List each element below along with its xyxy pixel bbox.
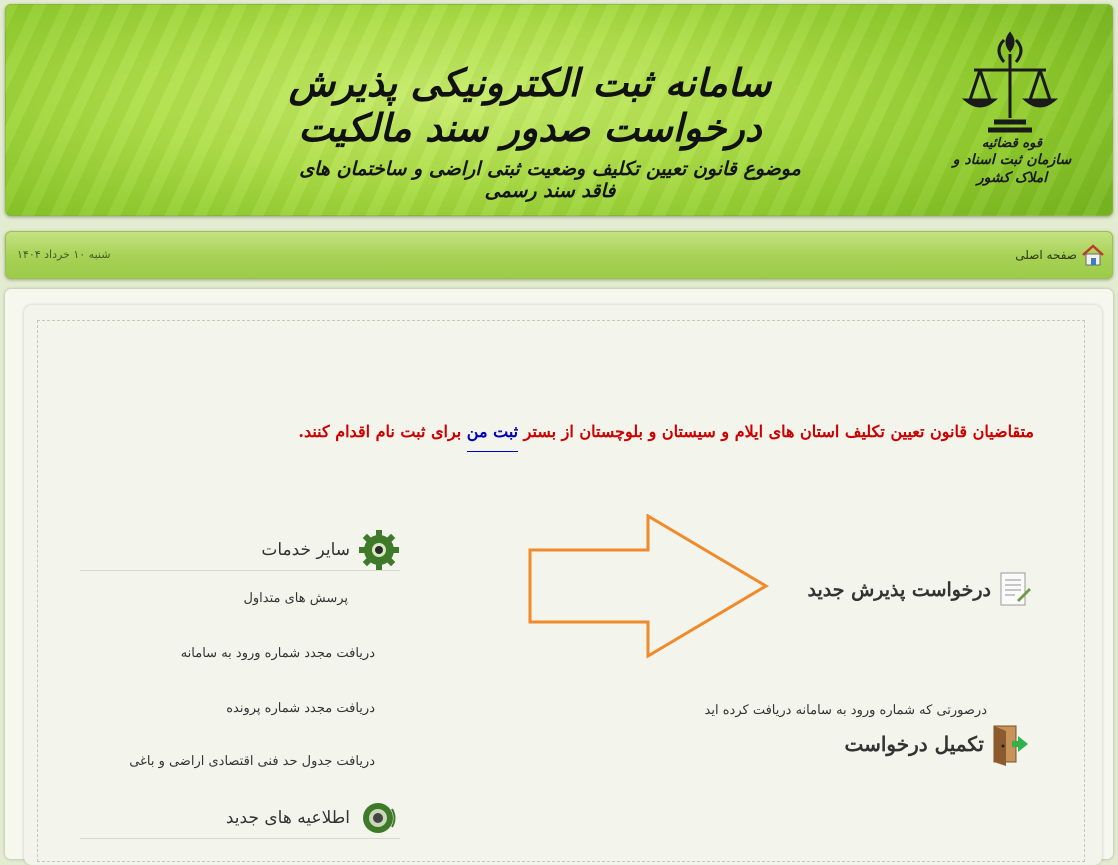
org-line-2: سازمان ثبت اسناد و املاک کشور (952, 152, 1072, 186)
home-icon (1082, 244, 1104, 266)
other-services-title: سایر خدمات (261, 540, 350, 560)
new-request-button[interactable]: درخواست پذیرش جدید (783, 568, 1033, 612)
complete-request-hint: درصورتی که شماره ورود به سامانه دریافت ک… (704, 703, 987, 718)
document-icon (1000, 572, 1031, 606)
news-header: اطلاعیه های جدید (80, 798, 400, 839)
registration-notice: متقاضیان قانون تعیین تکلیف استان های ایل… (174, 422, 1034, 452)
home-link[interactable]: صفحه اصلی (1015, 243, 1105, 267)
complete-request-label: تکمیل درخواست (844, 732, 984, 756)
judiciary-emblem-icon (961, 31, 1059, 133)
header-banner: قوه قضائیه سازمان ثبت اسناد و املاک کشور… (5, 4, 1113, 216)
site-title: سامانه ثبت الکترونیکی پذیرش درخواست صدور… (288, 60, 772, 150)
faq-link[interactable]: پرسش های متداول (243, 591, 348, 606)
site-subtitle: موضوع قانون تعیین تکلیف وضعیت ثبتی اراضی… (299, 158, 801, 202)
organization-name: قوه قضائیه سازمان ثبت اسناد و املاک کشور (937, 136, 1087, 187)
current-date: شنبه ۱۰ خرداد ۱۴۰۴ (17, 248, 111, 261)
exit-door-icon (993, 725, 1028, 766)
speaker-icon (363, 803, 396, 833)
notice-text-before: متقاضیان قانون تعیین تکلیف استان های ایل… (518, 422, 1034, 441)
complete-request-button[interactable]: تکمیل درخواست (838, 722, 1030, 766)
retrieve-case-number-link[interactable]: دریافت مجدد شماره پرونده (226, 701, 375, 716)
new-request-label: درخواست پذیرش جدید (807, 579, 992, 601)
home-link-label: صفحه اصلی (1015, 248, 1077, 262)
notice-text-after: برای ثبت نام اقدام کنند. (298, 422, 467, 441)
other-services-header: سایر خدمات (80, 530, 400, 571)
gear-icon (359, 530, 399, 570)
navigation-bar: صفحه اصلی شنبه ۱۰ خرداد ۱۴۰۴ (5, 231, 1113, 279)
org-line-1: قوه قضائیه (981, 136, 1043, 151)
orange-arrow-icon (528, 514, 769, 659)
sabt-man-link[interactable]: ثبت من (466, 422, 519, 452)
retrieve-login-number-link[interactable]: دریافت مجدد شماره ورود به سامانه (181, 646, 375, 661)
news-title: اطلاعیه های جدید (225, 808, 350, 828)
download-technical-table-link[interactable]: دریافت جدول حد فنی اقتصادی اراضی و باغی (129, 754, 375, 769)
